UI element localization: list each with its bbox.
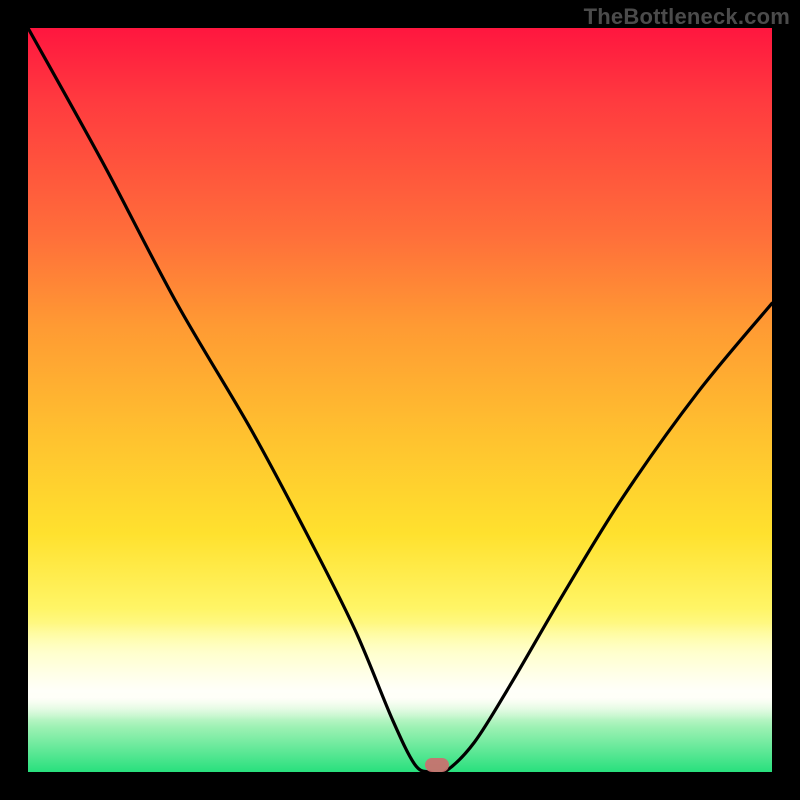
bottleneck-curve <box>28 28 772 772</box>
watermark-text: TheBottleneck.com <box>584 4 790 30</box>
plot-area <box>28 28 772 772</box>
bottleneck-marker <box>425 758 449 772</box>
chart-frame: TheBottleneck.com <box>0 0 800 800</box>
curve-svg <box>28 28 772 772</box>
